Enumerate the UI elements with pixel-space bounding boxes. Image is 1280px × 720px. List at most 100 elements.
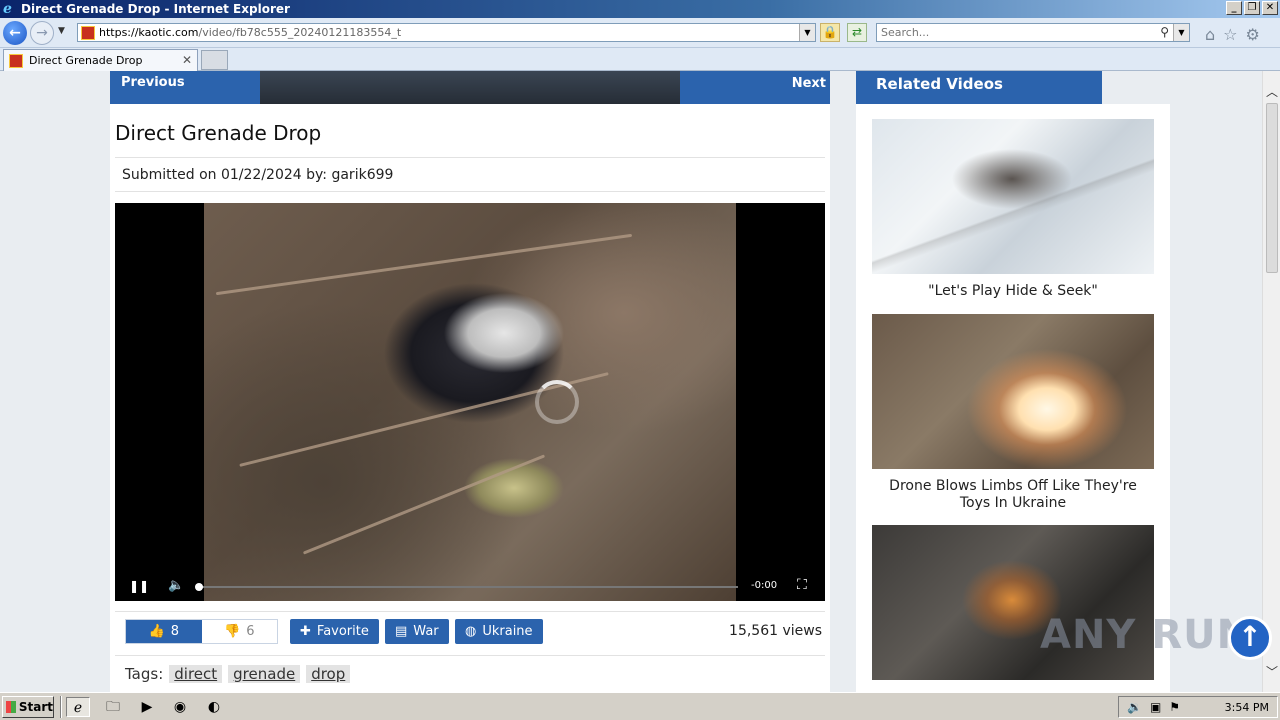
- player-controls: ❚❚ 🔈 -0:00 ⛶: [115, 573, 825, 601]
- settings-gear-icon[interactable]: ⚙: [1246, 25, 1260, 44]
- close-tab-icon[interactable]: ✕: [182, 53, 192, 67]
- dislike-count: 6: [246, 624, 255, 639]
- lock-icon[interactable]: 🔒: [820, 23, 840, 42]
- search-dropdown-icon[interactable]: ▼: [1173, 24, 1189, 41]
- address-dropdown-icon[interactable]: ▼: [799, 24, 815, 41]
- address-url[interactable]: https://kaotic.com/video/fb78c555_202401…: [99, 26, 401, 39]
- minimize-button[interactable]: _: [1226, 1, 1242, 15]
- browser-tab[interactable]: Direct Grenade Drop ✕: [3, 49, 198, 71]
- tab-favicon-icon: [9, 53, 23, 68]
- windows-flag-icon: [6, 701, 16, 713]
- address-bar[interactable]: https://kaotic.com/video/fb78c555_202401…: [77, 23, 816, 42]
- video-thumbnail[interactable]: [872, 119, 1154, 274]
- submitter-link[interactable]: garik699: [331, 167, 393, 183]
- category-war-button[interactable]: ▤ War: [385, 619, 449, 644]
- refresh-icon[interactable]: ⇄: [847, 23, 867, 42]
- scroll-up-icon[interactable]: ︿: [1266, 83, 1278, 100]
- action-center-flag-icon[interactable]: ⚑: [1169, 700, 1180, 714]
- chrome-icon[interactable]: ◉: [168, 697, 192, 717]
- favorite-button[interactable]: ✚ Favorite: [290, 619, 379, 644]
- history-dropdown-icon[interactable]: ▼: [58, 26, 65, 36]
- region-ukraine-button[interactable]: ◍ Ukraine: [455, 619, 543, 644]
- previous-button[interactable]: Previous: [110, 71, 260, 104]
- back-button[interactable]: ←: [3, 21, 27, 45]
- tag-link[interactable]: drop: [306, 665, 351, 683]
- internet-explorer-taskbar-icon[interactable]: ℯ: [66, 697, 90, 717]
- media-player-icon[interactable]: ▶: [135, 697, 159, 717]
- scroll-down-icon[interactable]: ﹀: [1266, 663, 1278, 680]
- category-label: War: [413, 624, 439, 639]
- window-controls: _ ❐ ✕: [1226, 1, 1278, 15]
- tag-link[interactable]: direct: [169, 665, 223, 683]
- new-tab-button[interactable]: [201, 50, 228, 70]
- file-explorer-icon[interactable]: 🗀: [101, 697, 125, 717]
- related-video-item[interactable]: [872, 525, 1154, 689]
- video-player[interactable]: ❚❚ 🔈 -0:00 ⛶: [115, 203, 825, 601]
- favorites-star-icon[interactable]: ☆: [1223, 25, 1237, 44]
- pause-icon[interactable]: ❚❚: [129, 579, 149, 593]
- navigation-bar: ← → ▼ https://kaotic.com/video/fb78c555_…: [0, 18, 1280, 48]
- scroll-thumb[interactable]: [1266, 103, 1278, 273]
- anyrun-watermark: ANY RUN: [1040, 612, 1252, 658]
- clock[interactable]: 3:54 PM: [1225, 701, 1269, 714]
- search-input[interactable]: [877, 24, 1147, 41]
- start-label: Start: [18, 700, 53, 714]
- related-videos-panel: "Let's Play Hide & Seek" Drone Blows Lim…: [856, 104, 1170, 692]
- search-icon[interactable]: ⚲: [1160, 25, 1169, 39]
- toolbar-icons: ⌂ ☆ ⚙: [1205, 25, 1260, 44]
- start-button[interactable]: Start: [2, 696, 54, 718]
- view-count: 15,561 views: [729, 623, 822, 639]
- branch-shape: [215, 233, 633, 296]
- related-video-item[interactable]: "Let's Play Hide & Seek": [872, 119, 1154, 300]
- divider: [115, 611, 825, 612]
- tag-link[interactable]: grenade: [228, 665, 301, 683]
- time-remaining: -0:00: [751, 580, 778, 591]
- loading-spinner-icon: [535, 380, 579, 424]
- restore-button[interactable]: ❐: [1244, 1, 1260, 15]
- window-titlebar: e Direct Grenade Drop - Internet Explore…: [0, 0, 1280, 18]
- video-panel: Direct Grenade Drop Submitted on 01/22/2…: [110, 104, 830, 692]
- site-favicon-icon: [81, 25, 95, 40]
- volume-tray-icon[interactable]: 🔉: [1127, 700, 1142, 714]
- divider: [115, 655, 825, 656]
- tags-label: Tags:: [125, 665, 164, 683]
- plus-icon: ✚: [300, 624, 311, 639]
- vertical-scrollbar[interactable]: ︿ ﹀: [1262, 71, 1280, 692]
- thumbs-down-icon: 👎: [224, 624, 241, 639]
- related-video-caption[interactable]: "Let's Play Hide & Seek": [872, 283, 1154, 300]
- dislike-button[interactable]: 👎 6: [201, 620, 277, 643]
- related-video-item[interactable]: Drone Blows Limbs Off Like They're Toys …: [872, 314, 1154, 512]
- network-tray-icon[interactable]: ▣: [1150, 700, 1161, 714]
- folder-icon: ▤: [395, 624, 408, 639]
- video-frame[interactable]: [204, 203, 736, 601]
- like-count: 8: [170, 624, 179, 639]
- vote-group: 👍 8 👎 6: [125, 619, 278, 644]
- divider: [115, 157, 825, 158]
- tags-row: Tags: direct grenade drop: [125, 665, 351, 683]
- submitted-label: Submitted on 01/22/2024 by:: [122, 167, 328, 183]
- video-title: Direct Grenade Drop: [115, 121, 322, 145]
- page-viewport: Previous Next Direct Grenade Drop Submit…: [0, 71, 1262, 692]
- seek-handle[interactable]: [195, 583, 203, 591]
- divider: [115, 191, 825, 192]
- forward-button[interactable]: →: [30, 21, 54, 45]
- home-icon[interactable]: ⌂: [1205, 25, 1215, 44]
- taskbar-separator: [60, 696, 62, 718]
- volume-icon[interactable]: 🔈: [168, 578, 184, 593]
- edge-icon[interactable]: ◐: [202, 697, 226, 717]
- scroll-to-top-arrow-icon[interactable]: ↑: [1228, 616, 1272, 660]
- search-box[interactable]: ⚲ ▼: [876, 23, 1190, 42]
- close-window-button[interactable]: ✕: [1262, 1, 1278, 15]
- seek-bar[interactable]: [198, 586, 738, 588]
- next-button[interactable]: Next: [680, 71, 830, 104]
- like-button[interactable]: 👍 8: [126, 620, 202, 643]
- fullscreen-icon[interactable]: ⛶: [797, 577, 807, 593]
- tab-bar: Direct Grenade Drop ✕: [0, 48, 1280, 71]
- related-video-caption[interactable]: Drone Blows Limbs Off Like They're Toys …: [872, 478, 1154, 512]
- video-thumbnail[interactable]: [872, 314, 1154, 469]
- favorite-label: Favorite: [316, 624, 369, 639]
- internet-explorer-icon: e: [3, 1, 12, 17]
- thumbs-up-icon: 👍: [148, 624, 165, 639]
- prev-next-bar: Previous Next: [110, 71, 830, 104]
- branch-shape: [302, 454, 546, 555]
